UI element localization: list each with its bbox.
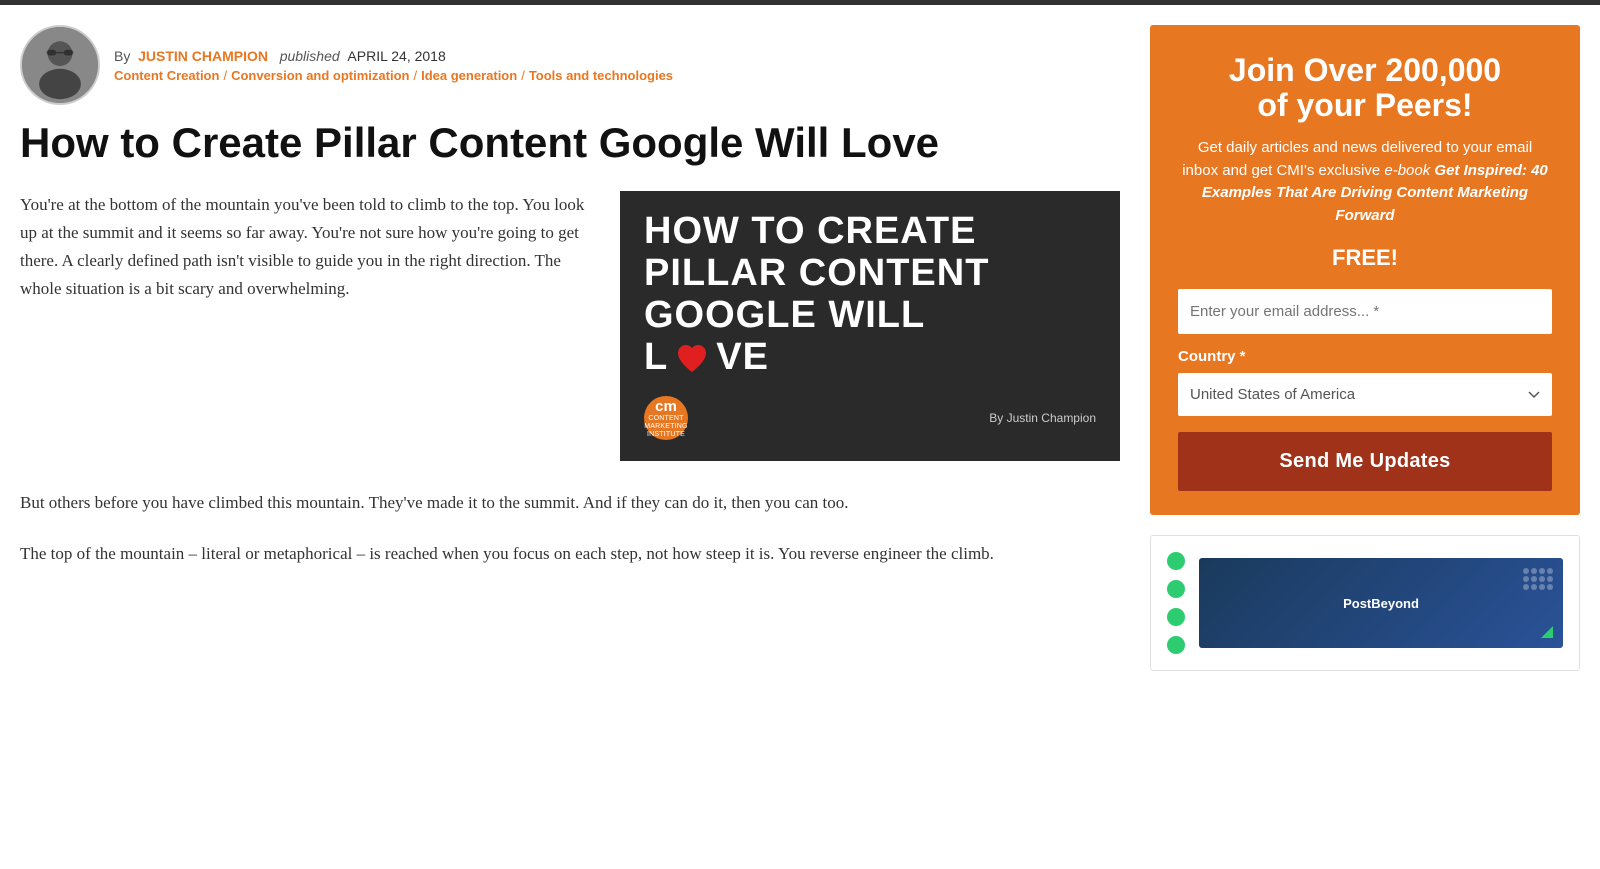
page-wrapper: By JUSTIN CHAMPION published APRIL 24, 2… xyxy=(0,5,1600,691)
article-p2: But others before you have climbed this … xyxy=(20,489,1120,518)
article-featured-image: HOW TO CREATEPILLAR CONTENTGOOGLE WILL L… xyxy=(620,191,1120,461)
country-label: Country * xyxy=(1178,348,1552,365)
author-byline: By JUSTIN CHAMPION published APRIL 24, 2… xyxy=(114,48,673,64)
article-title: How to Create Pillar Content Google Will… xyxy=(20,119,1120,167)
dots-column xyxy=(1167,552,1185,654)
image-love-word: L VE xyxy=(644,337,769,379)
heart-icon xyxy=(674,340,710,376)
postbeyond-widget: PostBeyond xyxy=(1150,535,1580,671)
dot-4 xyxy=(1167,636,1185,654)
by-label: By xyxy=(114,48,130,64)
image-byline: By Justin Champion xyxy=(989,411,1096,425)
article-p3: The top of the mountain – literal or met… xyxy=(20,540,1120,569)
author-avatar xyxy=(20,25,100,105)
dot-3 xyxy=(1167,608,1185,626)
article-paragraphs: But others before you have climbed this … xyxy=(20,489,1120,569)
article-intro-text: You're at the bottom of the mountain you… xyxy=(20,191,600,461)
postbeyond-image[interactable]: PostBeyond xyxy=(1199,558,1563,648)
submit-button[interactable]: Send Me Updates xyxy=(1178,432,1552,491)
widget-heading: Join Over 200,000 of your Peers! xyxy=(1178,53,1552,123)
image-bottom-row: cm CONTENTMARKETINGINSTITUTE By Justin C… xyxy=(644,396,1096,440)
pb-arrow-icon xyxy=(1541,626,1553,638)
published-label: published xyxy=(280,48,340,64)
country-select[interactable]: United States of America Canada United K… xyxy=(1178,373,1552,416)
author-row: By JUSTIN CHAMPION published APRIL 24, 2… xyxy=(20,25,1120,105)
category-conversion[interactable]: Conversion and optimization xyxy=(231,68,409,83)
category-idea-generation[interactable]: Idea generation xyxy=(421,68,517,83)
main-content: By JUSTIN CHAMPION published APRIL 24, 2… xyxy=(20,25,1120,671)
dot-2 xyxy=(1167,580,1185,598)
cm-logo: cm CONTENTMARKETINGINSTITUTE xyxy=(644,396,688,440)
pub-date: APRIL 24, 2018 xyxy=(347,48,445,64)
image-card: HOW TO CREATEPILLAR CONTENTGOOGLE WILL L… xyxy=(620,191,1120,461)
widget-free: FREE! xyxy=(1178,245,1552,271)
dot-1 xyxy=(1167,552,1185,570)
category-tools[interactable]: Tools and technologies xyxy=(529,68,673,83)
author-name: JUSTIN CHAMPION xyxy=(138,48,268,64)
category-content-creation[interactable]: Content Creation xyxy=(114,68,219,83)
sidebar: Join Over 200,000 of your Peers! Get dai… xyxy=(1150,25,1580,671)
article-body-top: You're at the bottom of the mountain you… xyxy=(20,191,1120,461)
pb-grid-dots xyxy=(1523,568,1553,590)
author-meta: By JUSTIN CHAMPION published APRIL 24, 2… xyxy=(114,48,673,83)
widget-description: Get daily articles and news delivered to… xyxy=(1178,137,1552,227)
image-title: HOW TO CREATEPILLAR CONTENTGOOGLE WILL L… xyxy=(644,211,989,378)
postbeyond-logo: PostBeyond xyxy=(1343,596,1419,611)
categories: Content Creation / Conversion and optimi… xyxy=(114,68,673,83)
email-input[interactable] xyxy=(1178,289,1552,334)
newsletter-widget: Join Over 200,000 of your Peers! Get dai… xyxy=(1150,25,1580,515)
